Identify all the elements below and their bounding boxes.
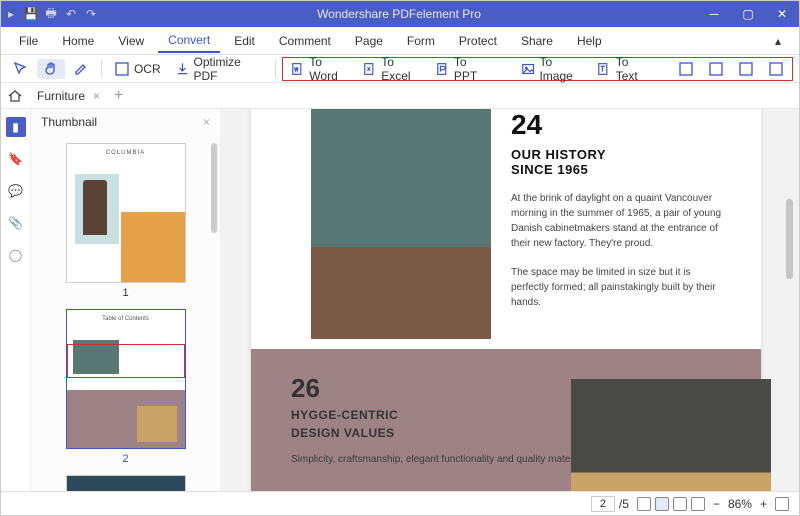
menu-protect[interactable]: Protect [449,30,507,52]
to-ppt-button[interactable]: To PPT [430,53,495,85]
bookmarks-icon[interactable]: 🔖 [6,149,26,169]
page-total: /5 [619,497,629,511]
app-icon: ▸ [1,7,21,21]
status-bar: /5 − 86% + [1,491,799,515]
doc-band: 26 HYGGE-CENTRIC DESIGN VALUES Simplicit… [251,349,761,491]
zoom-value: 86% [728,497,752,511]
panel-scrollbar[interactable] [211,143,217,233]
undo-icon[interactable]: ↶ [61,7,81,21]
menu-share[interactable]: Share [511,30,563,52]
thumb-number: 2 [66,453,186,465]
view-single-icon[interactable] [637,497,651,511]
canvas-scrollbar[interactable] [786,199,793,279]
tab-close-icon[interactable]: × [93,89,100,103]
ribbon-toolbar: OCR Optimize PDF To Word To Excel To PPT… [1,55,799,83]
thumb-number: 1 [66,287,186,299]
doc-image-lamp [571,379,771,491]
attachments-icon[interactable]: 📎 [6,213,26,233]
menu-page[interactable]: Page [345,30,393,52]
menu-help[interactable]: Help [567,30,612,52]
heading-line2: SINCE 1965 [511,162,731,177]
thumbnail-3[interactable] [66,475,186,491]
thumb-annotation [67,344,185,378]
comments-icon[interactable]: 💬 [6,181,26,201]
menu-convert[interactable]: Convert [158,29,220,53]
to-html-button[interactable] [702,59,730,79]
new-tab-button[interactable]: + [114,87,123,105]
view-facing-cont-icon[interactable] [691,497,705,511]
menu-file[interactable]: File [9,30,48,52]
thumbnails-icon[interactable]: ▮ [6,117,26,137]
menu-home[interactable]: Home [52,30,104,52]
panel-close-icon[interactable]: × [203,115,210,129]
menu-bar: File Home View Convert Edit Comment Page… [1,27,799,55]
divider [275,60,276,78]
page-canvas[interactable]: 24 OUR HISTORY SINCE 1965 At the brink o… [221,109,799,491]
to-image-button[interactable]: To Image [515,53,589,85]
paragraph-1: At the brink of daylight on a quaint Van… [511,191,731,251]
redo-icon[interactable]: ↷ [81,7,101,21]
heading-line1: OUR HISTORY [511,147,731,162]
to-epub-button[interactable] [672,59,700,79]
divider [101,60,102,78]
zoom-in-button[interactable]: + [760,497,767,511]
zoom-out-button[interactable]: − [713,497,720,511]
optimize-pdf-button[interactable]: Optimize PDF [169,53,269,85]
document-tab-bar: Furniture × + [1,83,799,109]
convert-group-highlight: To Word To Excel To PPT To Image To Text [282,57,793,81]
maximize-button[interactable]: ▢ [731,1,765,27]
home-icon[interactable] [7,89,23,103]
pdf-page: 24 OUR HISTORY SINCE 1965 At the brink o… [251,109,761,491]
heading-number: 24 [511,109,731,141]
thumbnail-1[interactable]: COLUMBIA 1 [66,143,186,299]
paragraph-2: The space may be limited in size but it … [511,265,731,310]
ocr-button[interactable]: OCR [108,59,167,79]
thumbnail-panel: Thumbnail × COLUMBIA 1 Table of Contents… [31,109,221,491]
fullscreen-icon[interactable] [775,497,789,511]
menu-form[interactable]: Form [397,30,445,52]
panel-title: Thumbnail [41,115,97,129]
close-button[interactable]: ✕ [765,1,799,27]
minimize-button[interactable]: ─ [697,1,731,27]
select-tool[interactable] [7,59,35,79]
tab-label: Furniture [37,89,85,103]
to-pdfa-button[interactable] [762,59,790,79]
view-facing-icon[interactable] [673,497,687,511]
view-continuous-icon[interactable] [655,497,669,511]
side-strip: ▮ 🔖 💬 📎 ◯ [1,109,31,491]
edit-tool[interactable] [67,59,95,79]
to-word-button[interactable]: To Word [285,53,355,85]
page-input[interactable] [591,496,615,512]
to-excel-button[interactable]: To Excel [357,53,428,85]
collapse-ribbon-icon[interactable]: ▴ [765,30,791,52]
print-icon[interactable]: 🖶 [41,4,61,25]
doc-image-chair [311,109,491,339]
to-rtf-button[interactable] [732,59,760,79]
search-side-icon[interactable]: ◯ [6,245,26,265]
title-bar: ▸ 💾 🖶 ↶ ↷ Wondershare PDFelement Pro ─ ▢… [1,1,799,27]
save-icon[interactable]: 💾 [21,7,41,21]
menu-comment[interactable]: Comment [269,30,341,52]
to-text-button[interactable]: To Text [591,53,655,85]
thumbnail-2[interactable]: Table of Contents 2 [66,309,186,465]
menu-view[interactable]: View [108,30,154,52]
view-mode-group [637,497,705,511]
document-tab[interactable]: Furniture × [29,86,108,106]
window-title: Wondershare PDFelement Pro [101,7,697,21]
hand-tool[interactable] [37,59,65,79]
menu-edit[interactable]: Edit [224,30,265,52]
